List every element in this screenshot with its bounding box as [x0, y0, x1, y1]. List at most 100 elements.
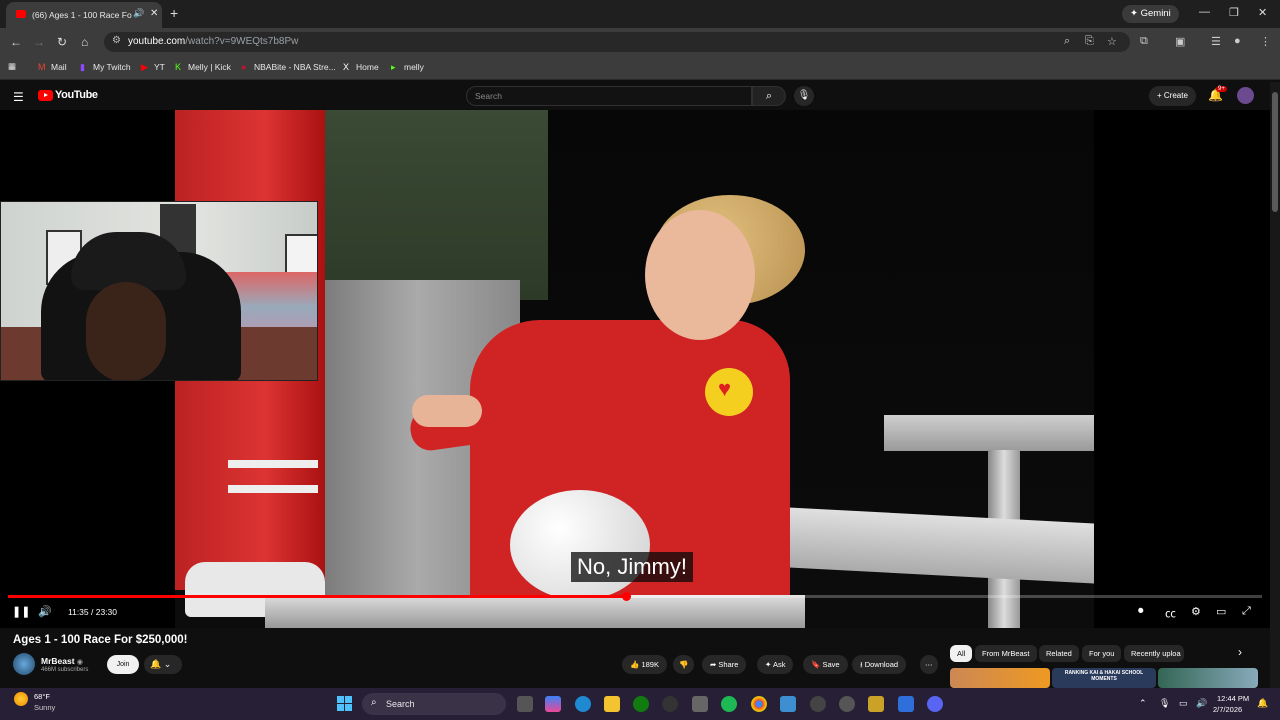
app-icon[interactable]	[868, 696, 884, 712]
bookmark-nbabite-nba-stre[interactable]: ● NBABite - NBA Stre...	[241, 62, 336, 72]
fullscreen-icon[interactable]: ⤢	[1242, 605, 1251, 618]
theater-mode-icon[interactable]: ▭	[1216, 605, 1226, 618]
bookmark-yt[interactable]: ▶ YT	[141, 62, 165, 73]
youtube-play-icon	[38, 90, 53, 101]
scrollbar-thumb[interactable]	[1272, 92, 1278, 212]
chip-all[interactable]: All	[950, 645, 973, 662]
join-button[interactable]: Join	[107, 655, 139, 674]
url-text: youtube.com/watch?v=9WEQts7b8Pw	[128, 36, 299, 47]
bookmark-star-icon[interactable]: ☆	[1107, 35, 1117, 48]
tab-close-icon[interactable]: ✕	[150, 8, 158, 19]
browser-tab-bar	[0, 0, 1280, 28]
edge-icon[interactable]	[575, 696, 591, 712]
forward-icon[interactable]: →	[33, 35, 45, 49]
bookmark-home[interactable]: X Home	[343, 62, 379, 72]
maximize-icon[interactable]: ❐	[1229, 6, 1239, 19]
account-avatar[interactable]	[1237, 87, 1254, 104]
extensions-icon[interactable]: ⧉	[1140, 35, 1148, 48]
chip-from-mrbeast[interactable]: From MrBeast	[975, 645, 1037, 662]
page-scrollbar[interactable]	[1270, 82, 1280, 688]
speaker-icon[interactable]: 🔊	[133, 8, 144, 19]
progress-bar[interactable]	[8, 592, 1262, 601]
roblox-icon[interactable]	[898, 696, 914, 712]
voice-search-icon[interactable]: 🎙	[794, 86, 814, 106]
gmail-icon: M	[38, 62, 46, 72]
captions-icon[interactable]: ㏄	[1165, 605, 1176, 621]
menu-dots-icon[interactable]: ⋮	[1260, 35, 1271, 48]
recommended-thumbnail[interactable]	[1158, 668, 1258, 688]
window-close-icon[interactable]: ✕	[1258, 6, 1267, 19]
home-icon[interactable]: ⌂	[81, 35, 88, 49]
taskbar-time[interactable]: 12:44 PM	[1217, 694, 1249, 703]
tray-mic-icon[interactable]: 🎙	[1159, 698, 1170, 709]
weather-description: Sunny	[34, 703, 56, 712]
bookmark-mail[interactable]: M Mail	[38, 62, 67, 72]
autoplay-toggle[interactable]: ⏺	[1138, 605, 1144, 618]
save-button[interactable]: 🔖 Save	[803, 655, 848, 674]
notification-center-icon[interactable]: 🔔	[1257, 698, 1268, 709]
search-button[interactable]: ⌕	[752, 86, 786, 106]
bookmark-my-twitch[interactable]: ▮ My Twitch	[80, 62, 131, 73]
tray-overflow-icon[interactable]: ⌃	[1139, 698, 1147, 709]
share-button[interactable]: ➦ Share	[702, 655, 747, 674]
bookmark-melly-kick[interactable]: K Melly | Kick	[175, 62, 231, 72]
volume-icon[interactable]: 🔊	[38, 605, 52, 618]
settings-gear-icon[interactable]: ⚙	[1191, 605, 1201, 618]
download-button[interactable]: ⭳ Download	[852, 655, 907, 674]
more-actions-icon[interactable]: ⋯	[920, 655, 938, 674]
xbox-icon[interactable]	[633, 696, 649, 712]
browser-tab-active[interactable]: (66) Ages 1 - 100 Race For $250,000! 🔊 ✕	[6, 2, 162, 28]
taskbar-date[interactable]: 2/7/2026	[1213, 705, 1242, 714]
x-icon: X	[343, 62, 350, 72]
new-tab-button[interactable]: +	[170, 5, 178, 21]
media-player-icon[interactable]	[810, 696, 826, 712]
weather-sun-icon[interactable]	[14, 692, 28, 706]
bookmark-melly[interactable]: ▸ melly	[391, 62, 424, 73]
discord-icon[interactable]	[927, 696, 943, 712]
site-info-icon[interactable]: ⚙	[112, 35, 121, 46]
guide-menu-icon[interactable]: ☰	[13, 90, 24, 104]
chips-next-icon[interactable]: ›	[1238, 645, 1242, 659]
store-icon[interactable]	[692, 696, 708, 712]
zoom-icon[interactable]: ⌕	[1064, 35, 1070, 48]
pause-icon[interactable]: ❚❚	[12, 605, 30, 618]
taskbar-search[interactable]: ⌕ Search	[362, 693, 506, 715]
back-icon[interactable]: ←	[10, 35, 22, 49]
file-explorer-icon[interactable]	[604, 696, 620, 712]
reload-icon[interactable]: ↻	[57, 35, 67, 49]
search-input[interactable]: Search	[466, 86, 752, 106]
tray-volume-icon[interactable]: 🔊	[1196, 698, 1207, 709]
channel-avatar[interactable]	[13, 653, 35, 675]
recommended-thumbnail[interactable]: RANKING KAI & HAKAI SCHOOL MOMENTS	[1052, 668, 1156, 688]
create-button[interactable]: + Create	[1149, 86, 1196, 106]
cast-icon[interactable]: ⎘	[1085, 35, 1094, 48]
minimize-icon[interactable]: —	[1199, 6, 1210, 18]
reading-list-icon[interactable]: ☰	[1211, 35, 1221, 48]
copilot-icon[interactable]	[545, 696, 561, 712]
tray-network-icon[interactable]: ▭	[1179, 698, 1188, 709]
ask-button[interactable]: ✦ Ask	[757, 655, 794, 674]
chip-recently-uploaded[interactable]: Recently uploa	[1124, 645, 1184, 662]
chip-related[interactable]: Related	[1039, 645, 1079, 662]
video-player[interactable]: No, Jimmy!	[0, 110, 1270, 628]
like-button[interactable]: 👍 189K	[622, 655, 667, 674]
obs-icon[interactable]	[662, 696, 678, 712]
side-panel-icon[interactable]: ▣	[1175, 35, 1185, 48]
start-windows-icon[interactable]	[337, 696, 353, 712]
url-bar[interactable]: ⚙ youtube.com/watch?v=9WEQts7b8Pw	[104, 32, 1130, 52]
task-view-icon[interactable]	[517, 696, 533, 712]
weather-temperature: 68°F	[34, 692, 50, 701]
recommended-thumbnail[interactable]	[950, 668, 1050, 688]
subscription-bell-button[interactable]: 🔔 ⌄	[144, 655, 182, 674]
spotify-icon[interactable]	[721, 696, 737, 712]
apps-grid-icon[interactable]: ▦	[8, 61, 16, 72]
profile-icon[interactable]: ●	[1234, 35, 1241, 47]
chrome-icon[interactable]	[751, 696, 767, 712]
chip-for-you[interactable]: For you	[1082, 645, 1122, 662]
gemini-button[interactable]: ✦ Gemini	[1122, 5, 1179, 23]
photos-icon[interactable]	[780, 696, 796, 712]
caption-text: No, Jimmy!	[571, 552, 693, 582]
dislike-button[interactable]: 👎	[673, 655, 695, 674]
capture-icon[interactable]	[839, 696, 855, 712]
channel-name[interactable]: MrBeast ◉	[41, 656, 83, 666]
